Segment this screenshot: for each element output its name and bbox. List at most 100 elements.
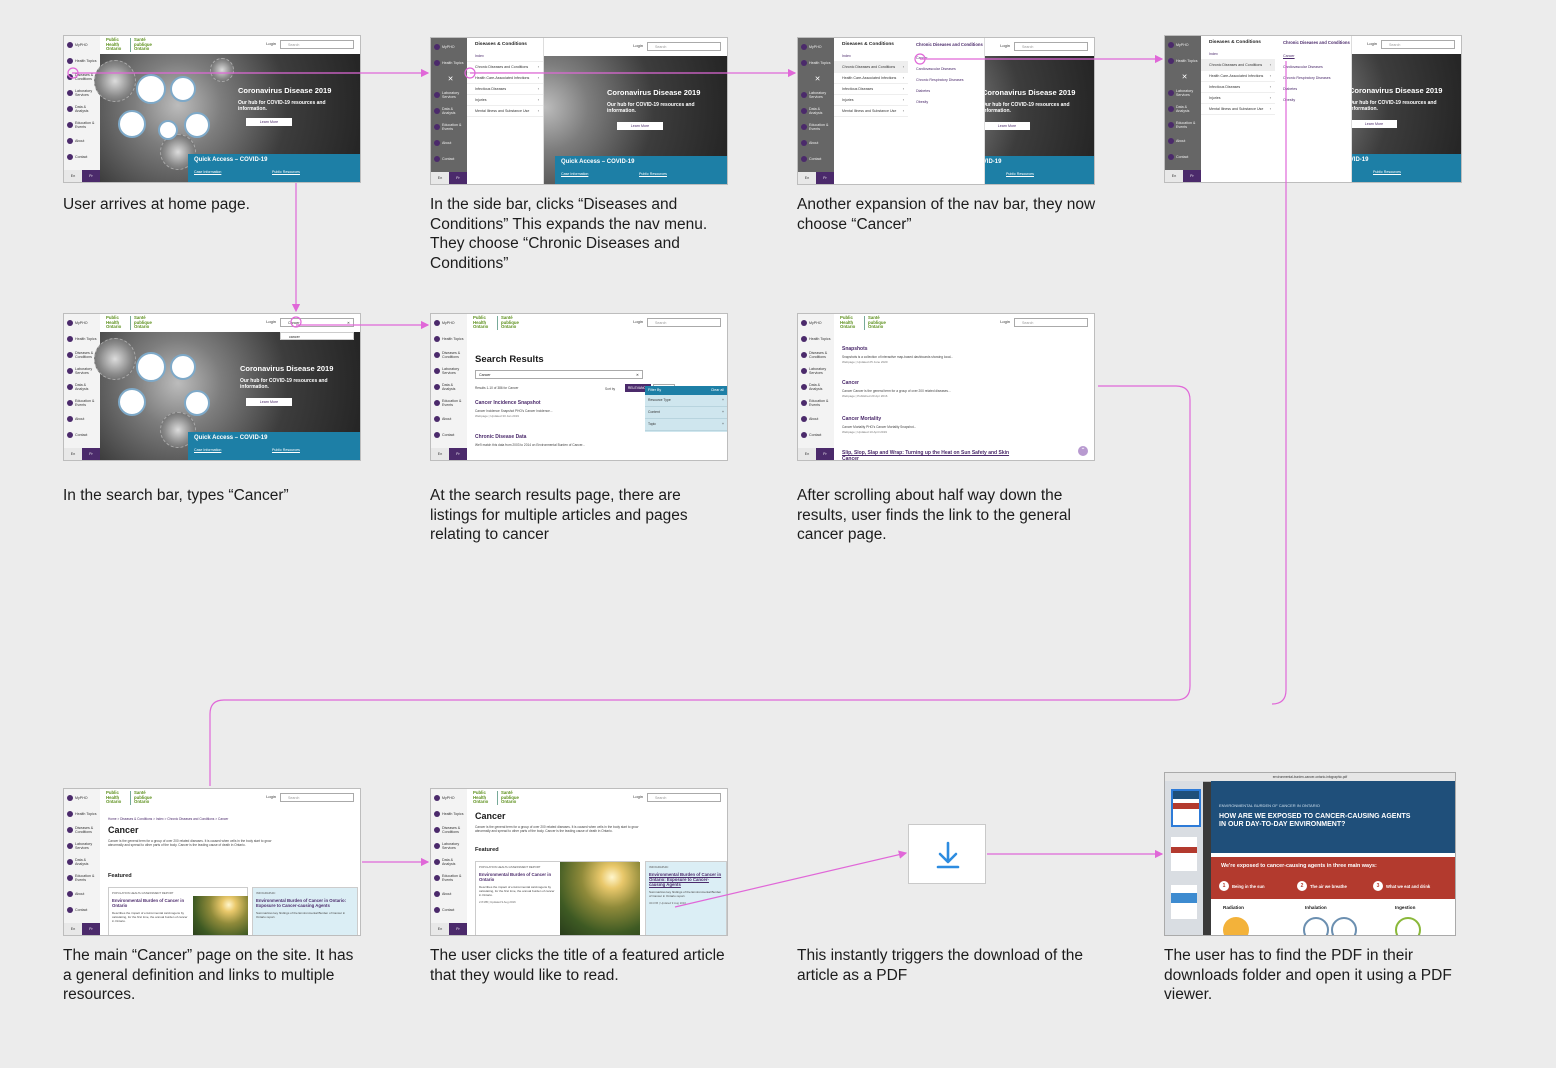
menu-item[interactable]: Health Care-Associated Infections › <box>834 73 908 84</box>
sidebar-item[interactable]: Health Topics <box>64 807 100 821</box>
sidebar-item[interactable]: Contact <box>798 428 834 442</box>
search-input[interactable]: Search <box>647 793 721 802</box>
lang-fr[interactable]: Fr <box>82 448 100 460</box>
sidebar-item[interactable]: Laboratory Services <box>431 364 467 378</box>
public-resources-link[interactable]: Public Resources <box>639 172 667 176</box>
sidebar-item[interactable]: Laboratory Services <box>798 88 834 102</box>
filter-resource-type[interactable]: Resource Type + <box>645 395 727 407</box>
search-input[interactable]: Search <box>1381 40 1455 49</box>
lang-en[interactable]: En <box>1165 170 1183 182</box>
login-link[interactable]: Login <box>633 794 643 799</box>
sidebar-item[interactable]: Data & Analysis <box>798 380 834 394</box>
lang-fr[interactable]: Fr <box>82 170 100 182</box>
sidebar-item[interactable]: Education & Events <box>1165 118 1201 132</box>
learn-more-button[interactable]: Learn More <box>246 398 292 406</box>
sidebar-item[interactable]: MyPHO <box>431 316 467 330</box>
sub-menu-item[interactable]: Diabetes <box>1275 84 1351 95</box>
close-icon[interactable]: ✕ <box>798 72 834 86</box>
sub-menu-item[interactable]: Obesity <box>1275 95 1351 106</box>
lang-fr[interactable]: Fr <box>82 923 100 935</box>
lang-en[interactable]: En <box>64 923 82 935</box>
sidebar-item[interactable]: Contact <box>1165 150 1201 164</box>
sidebar-item[interactable]: Contact <box>64 428 100 442</box>
lang-fr[interactable]: Fr <box>816 172 834 184</box>
menu-item[interactable]: Injuries › <box>1201 93 1275 104</box>
public-resources-link[interactable]: Public Resources <box>272 170 300 174</box>
login-link[interactable]: Login <box>1000 43 1010 48</box>
sidebar-item[interactable]: Diseases & Conditions <box>798 348 834 362</box>
login-link[interactable]: Login <box>633 43 643 48</box>
breadcrumb[interactable]: Home > Diseases & Conditions > Index > C… <box>108 817 228 821</box>
lang-en[interactable]: En <box>431 448 449 460</box>
sidebar-item[interactable]: About <box>64 412 100 426</box>
sidebar-item[interactable]: About <box>798 412 834 426</box>
case-information-link[interactable]: Case Information <box>561 172 588 176</box>
sidebar-item[interactable]: Education & Events <box>64 871 100 885</box>
lang-fr[interactable]: Fr <box>816 448 834 460</box>
public-resources-link[interactable]: Public Resources <box>1373 170 1401 174</box>
lang-en[interactable]: En <box>64 448 82 460</box>
result-title-link[interactable]: Slip, Slop, Slap and Wrap: Turning up th… <box>842 450 1018 460</box>
sidebar-item[interactable]: Laboratory Services <box>1165 86 1201 100</box>
lang-en[interactable]: En <box>798 448 816 460</box>
login-link[interactable]: Login <box>266 319 276 324</box>
close-icon[interactable]: ✕ <box>347 319 350 327</box>
sidebar-item[interactable]: Education & Events <box>431 120 467 134</box>
lang-en[interactable]: En <box>798 172 816 184</box>
sidebar-item[interactable]: MyPHO <box>64 316 100 330</box>
filter-content[interactable]: Content + <box>645 407 727 419</box>
case-information-link[interactable]: Case Information <box>194 448 221 452</box>
sidebar-item[interactable]: Health Topics <box>798 332 834 346</box>
menu-item[interactable]: Infectious Diseases › <box>834 84 908 95</box>
sidebar-item[interactable]: Data & Analysis <box>64 102 100 116</box>
pdf-thumbnail[interactable] <box>1171 837 1197 871</box>
search-input[interactable]: Search <box>280 40 354 49</box>
sidebar-item[interactable]: MyPHO <box>1165 38 1201 52</box>
lang-fr[interactable]: Fr <box>1183 170 1201 182</box>
sidebar-item[interactable]: Data & Analysis <box>431 104 467 118</box>
sidebar-item[interactable]: Health Topics <box>431 332 467 346</box>
sidebar-item[interactable]: About <box>64 134 100 148</box>
menu-index[interactable]: Index <box>834 51 908 62</box>
lang-en[interactable]: En <box>431 172 449 184</box>
sidebar-item[interactable]: MyPHO <box>798 40 834 54</box>
featured-card-title-link[interactable]: Environmental Burden of Cancer in Ontari… <box>476 869 558 882</box>
sidebar-item[interactable]: Health Topics <box>1165 54 1201 68</box>
sidebar-item[interactable]: Health Topics <box>431 56 467 70</box>
lang-fr[interactable]: Fr <box>449 923 467 935</box>
result-title-link[interactable]: Cancer Mortality <box>842 416 1018 422</box>
sidebar-item[interactable]: Data & Analysis <box>431 855 467 869</box>
sub-menu-item[interactable]: Chronic Respiratory Diseases <box>908 75 984 86</box>
sidebar-item[interactable]: Diseases & Conditions <box>431 823 467 837</box>
sidebar-item[interactable]: About <box>431 887 467 901</box>
lang-en[interactable]: En <box>64 170 82 182</box>
filter-topic[interactable]: Topic + <box>645 419 727 431</box>
sidebar-item[interactable]: Diseases & Conditions <box>431 348 467 362</box>
lang-fr[interactable]: Fr <box>449 172 467 184</box>
sidebar-item[interactable]: Health Topics <box>798 56 834 70</box>
sidebar-item[interactable]: Data & Analysis <box>431 380 467 394</box>
sidebar-item[interactable]: Health Topics <box>64 54 100 68</box>
result-title-link[interactable]: Chronic Disease Data <box>475 434 611 440</box>
menu-index[interactable]: Index <box>1201 49 1275 60</box>
search-suggestion[interactable]: cancer <box>280 332 354 340</box>
search-input[interactable]: Search <box>1014 42 1088 51</box>
case-information-link[interactable]: Case Information <box>194 170 221 174</box>
lang-fr[interactable]: Fr <box>449 448 467 460</box>
sidebar-item[interactable]: MyPHO <box>431 791 467 805</box>
sidebar-item[interactable]: Data & Analysis <box>64 855 100 869</box>
menu-item[interactable]: Mental Illness and Substance Use › <box>1201 104 1275 115</box>
menu-item[interactable]: Chronic Diseases and Conditions › <box>467 62 543 73</box>
sub-menu-item[interactable]: Chronic Respiratory Diseases <box>1275 73 1351 84</box>
clear-all-link[interactable]: Clear all <box>711 386 727 395</box>
sidebar-item[interactable]: Laboratory Services <box>64 839 100 853</box>
login-link[interactable]: Login <box>1367 41 1377 46</box>
featured-card-title-link-clicked[interactable]: Environmental Burden of Cancer in Ontari… <box>646 869 726 887</box>
sub-menu-item-cancer[interactable]: Cancer <box>908 53 984 64</box>
search-input[interactable]: Search <box>1014 318 1088 327</box>
sidebar-item[interactable]: Contact <box>431 428 467 442</box>
menu-item[interactable]: Health Care-Associated Infections › <box>467 73 543 84</box>
sidebar-item[interactable]: About <box>431 136 467 150</box>
menu-item[interactable]: Mental Illness and Substance Use › <box>834 106 908 117</box>
sidebar-item[interactable]: Contact <box>64 150 100 164</box>
